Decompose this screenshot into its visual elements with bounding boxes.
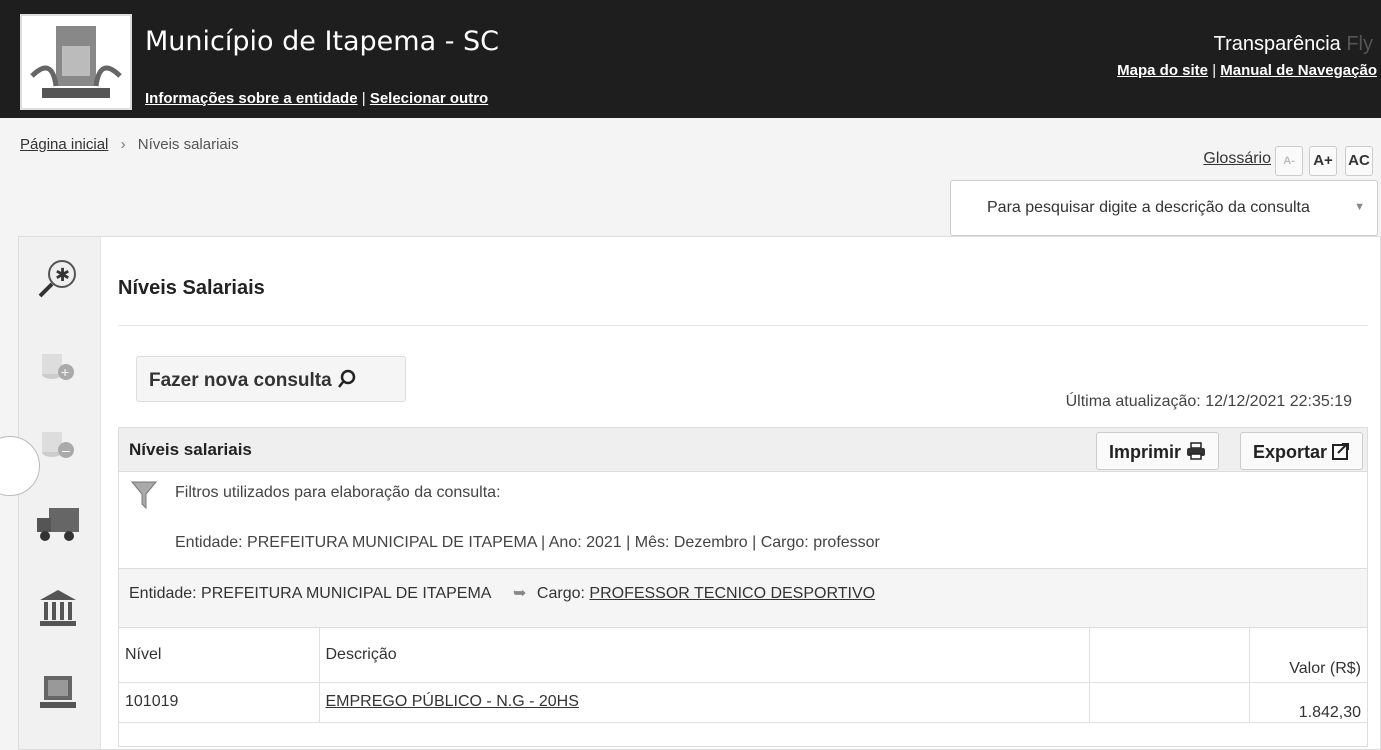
link-separator: | — [1212, 62, 1217, 79]
filters-value: Entidade: PREFEITURA MUNICIPAL DE ITAPEM… — [175, 534, 880, 551]
manual-link[interactable]: Manual de Navegação — [1220, 62, 1377, 79]
breadcrumb: Página inicial › Níveis salariais — [20, 136, 239, 153]
font-larger-button[interactable]: A+ — [1309, 146, 1337, 176]
entity-name: Entidade: PREFEITURA MUNICIPAL DE ITAPEM… — [129, 585, 491, 602]
salary-table: Nível Descrição Valor (R$) 101019 EMPREG… — [119, 628, 1367, 723]
brand-name: Transparência — [1213, 33, 1341, 55]
cargo-link[interactable]: PROFESSOR TECNICO DESPORTIVO — [589, 585, 875, 602]
table-header-row: Nível Descrição Valor (R$) — [119, 628, 1367, 683]
municipality-title: Município de Itapema - SC — [145, 26, 500, 57]
column-header — [1089, 628, 1250, 683]
entity-row: Entidade: PREFEITURA MUNICIPAL DE ITAPEM… — [119, 568, 1367, 628]
table-row: 101019 EMPREGO PÚBLICO - N.G - 20HS 1.84… — [119, 682, 1367, 723]
entity-links: Informações sobre a entidade | Seleciona… — [145, 90, 488, 107]
arrow-right-icon: ➥ — [513, 585, 527, 602]
result-title: Níveis salariais — [129, 440, 252, 459]
column-header[interactable]: Valor (R$) — [1249, 628, 1367, 683]
font-smaller-button[interactable]: A- — [1275, 146, 1303, 176]
glossary-link[interactable]: Glossário — [1203, 150, 1271, 168]
coins-remove-icon[interactable]: – — [33, 417, 83, 467]
export-button[interactable]: Exportar — [1239, 432, 1363, 470]
main-panel: ✱ + – Níveis Salariais Fazer nova consul… — [18, 236, 1381, 750]
header: Município de Itapema - SC Informações so… — [0, 0, 1381, 118]
nivel-cell: 101019 — [119, 682, 320, 723]
municipality-logo — [20, 14, 132, 110]
column-header[interactable]: Nível — [119, 628, 320, 683]
valor-cell: 1.842,30 — [1249, 682, 1367, 723]
breadcrumb-home[interactable]: Página inicial — [20, 136, 108, 153]
sitemap-link[interactable]: Mapa do site — [1117, 62, 1208, 79]
column-header[interactable]: Descrição — [319, 628, 1090, 683]
sidebar: ✱ + – — [19, 237, 101, 749]
breadcrumb-current: Níveis salariais — [137, 136, 239, 153]
last-update: Última atualização: 12/12/2021 22:35:19 — [1065, 393, 1352, 410]
export-icon — [1332, 442, 1350, 462]
result-box: Níveis salariais Imprimir Exportar Filtr… — [118, 427, 1368, 747]
chevron-down-icon[interactable]: ▼ — [1354, 201, 1365, 213]
cargo-label: Cargo: — [536, 585, 585, 602]
brand-suffix: Fly — [1346, 33, 1373, 55]
computer-icon[interactable] — [33, 667, 83, 717]
entity-info-link[interactable]: Informações sobre a entidade — [145, 90, 358, 107]
divider — [118, 325, 1368, 326]
coins-add-icon[interactable]: + — [33, 339, 83, 389]
filter-icon — [130, 480, 158, 517]
contrast-button[interactable]: AC — [1345, 146, 1373, 176]
print-button[interactable]: Imprimir — [1095, 432, 1219, 470]
export-label: Exportar — [1252, 442, 1327, 462]
page-title: Níveis Salariais — [118, 277, 265, 299]
search-icon — [337, 369, 357, 391]
descricao-link[interactable]: EMPREGO PÚBLICO - N.G - 20HS — [326, 693, 579, 710]
header-right-links: Mapa do site | Manual de Navegação — [1117, 62, 1377, 79]
bank-icon[interactable] — [33, 583, 83, 633]
search-input[interactable]: Para pesquisar digite a descrição da con… — [950, 180, 1378, 236]
brand: Transparência Fly — [1214, 33, 1373, 56]
filters-label: Filtros utilizados para elaboração da co… — [175, 484, 501, 501]
svg-text:✱: ✱ — [55, 265, 70, 285]
link-separator: | — [361, 90, 366, 107]
print-label: Imprimir — [1108, 442, 1181, 462]
svg-text:+: + — [61, 364, 69, 380]
search-star-icon[interactable]: ✱ — [33, 253, 83, 303]
filters-section: Filtros utilizados para elaboração da co… — [119, 472, 1367, 568]
printer-icon — [1186, 442, 1206, 462]
result-header: Níveis salariais Imprimir Exportar — [119, 428, 1367, 472]
new-query-button[interactable]: Fazer nova consulta — [136, 356, 406, 402]
new-query-label: Fazer nova consulta — [149, 370, 332, 391]
descricao-cell: EMPREGO PÚBLICO - N.G - 20HS — [319, 682, 1090, 723]
select-other-link[interactable]: Selecionar outro — [370, 90, 488, 107]
empty-cell — [1089, 682, 1250, 723]
svg-text:–: – — [62, 442, 70, 458]
truck-icon[interactable] — [33, 499, 83, 549]
search-placeholder: Para pesquisar digite a descrição da con… — [987, 199, 1310, 216]
chevron-right-icon: › — [120, 136, 126, 153]
